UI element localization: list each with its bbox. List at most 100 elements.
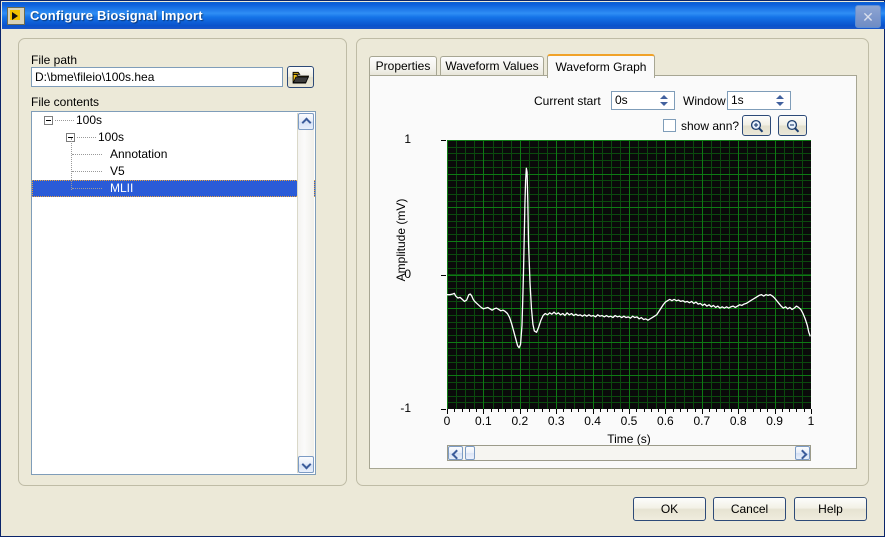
tree-connector <box>72 154 102 155</box>
tree-connector <box>71 138 72 190</box>
x-minor-tick-mark <box>490 409 492 412</box>
x-minor-tick-mark <box>578 409 580 412</box>
scroll-up-button[interactable] <box>298 113 314 130</box>
tree-item-100s[interactable]: 100s <box>32 129 315 146</box>
scroll-right-button[interactable] <box>795 446 810 460</box>
current-start-label: Current start <box>534 94 601 108</box>
chevron-left-icon <box>452 450 459 457</box>
y-tick-mark <box>441 274 446 276</box>
y-tick-label: -1 <box>400 401 411 415</box>
x-tick-label: 0.2 <box>511 414 529 428</box>
spinner-arrows-icon[interactable] <box>657 93 672 108</box>
tree-item-label: MLII <box>110 181 134 195</box>
x-axis-label: Time (s) <box>607 432 651 446</box>
configure-biosignal-import-dialog: Configure Biosignal Import ✕ File path D… <box>0 0 885 537</box>
magnifier-minus-icon <box>786 119 800 133</box>
y-tick-mark <box>441 409 446 410</box>
x-minor-tick-mark <box>730 409 732 412</box>
x-minor-tick-mark <box>607 409 609 412</box>
window-length-label: Window <box>683 94 726 108</box>
tree-item-annotation[interactable]: Annotation <box>32 146 315 163</box>
x-tick-mark <box>629 409 630 414</box>
title-bar: Configure Biosignal Import ✕ <box>2 2 885 29</box>
tree-item-label: Annotation <box>110 147 168 161</box>
x-minor-tick-mark <box>789 409 791 412</box>
x-tick-mark <box>811 409 812 414</box>
chevron-down-icon <box>303 461 310 468</box>
plot-svg <box>447 140 811 409</box>
x-minor-tick-mark <box>796 409 798 412</box>
x-minor-tick-mark <box>760 409 762 412</box>
help-button[interactable]: Help <box>794 497 867 521</box>
x-minor-tick-mark <box>497 409 499 412</box>
x-minor-tick-mark <box>636 409 638 412</box>
current-start-stepper[interactable]: 0s <box>611 91 675 110</box>
cancel-button[interactable]: Cancel <box>713 497 786 521</box>
browse-file-button[interactable] <box>287 66 314 88</box>
close-icon[interactable]: ✕ <box>855 5 881 28</box>
tree-item-mlii[interactable]: MLII <box>32 180 315 197</box>
x-tick-mark <box>447 409 448 414</box>
scrollbar-thumb[interactable] <box>465 446 475 460</box>
y-axis-label: Amplitude (mV) <box>394 198 408 282</box>
scroll-down-button[interactable] <box>298 456 314 473</box>
x-tick-label: 0.6 <box>657 414 674 428</box>
x-minor-tick-mark <box>767 409 769 412</box>
x-minor-tick-mark <box>534 409 536 412</box>
x-tick-mark <box>592 409 594 414</box>
tree-vertical-scrollbar[interactable] <box>297 113 314 473</box>
tree-connector <box>72 188 102 189</box>
x-minor-tick-mark <box>716 409 718 412</box>
x-minor-tick-mark <box>585 409 587 412</box>
x-tick-mark <box>483 409 485 414</box>
file-path-input[interactable]: D:\bme\fileio\100s.hea <box>31 67 283 87</box>
tree-expander-icon[interactable] <box>44 116 53 125</box>
chevron-up-icon <box>303 118 310 125</box>
graph-horizontal-scrollbar[interactable] <box>447 445 811 461</box>
open-folder-icon <box>292 71 310 84</box>
tab-properties[interactable]: Properties <box>369 56 437 76</box>
x-minor-tick-mark <box>709 409 711 412</box>
tree-item-v5[interactable]: V5 <box>32 163 315 180</box>
x-tick-label: 0 <box>443 414 451 428</box>
x-tick-label: 0.5 <box>620 414 638 428</box>
x-minor-tick-mark <box>468 409 470 412</box>
x-tick-label: 0.4 <box>584 414 601 428</box>
x-minor-tick-mark <box>563 409 565 412</box>
tree-item-label: 100s <box>76 113 103 127</box>
chevron-right-icon <box>799 450 806 457</box>
window-length-stepper[interactable]: 1s <box>727 91 791 110</box>
ok-button[interactable]: OK <box>633 497 706 521</box>
file-contents-tree[interactable]: 100s 100s Annotation V5 MLII <box>31 111 316 475</box>
x-tick-label: 0.1 <box>475 414 492 428</box>
spinner-arrows-icon[interactable] <box>773 93 788 108</box>
x-tick-mark <box>556 409 558 414</box>
x-minor-tick-mark <box>461 409 463 412</box>
plot-canvas[interactable] <box>447 140 811 409</box>
x-tick-label: 1 <box>807 414 815 428</box>
x-minor-tick-mark <box>752 409 754 412</box>
x-minor-tick-mark <box>723 409 725 412</box>
x-minor-tick-mark <box>614 409 616 412</box>
x-minor-tick-mark <box>548 409 550 412</box>
scroll-left-button[interactable] <box>448 446 463 460</box>
x-tick-label: 0.8 <box>729 414 747 428</box>
y-tick-label: 1 <box>404 132 411 146</box>
tab-waveform-values[interactable]: Waveform Values <box>440 56 544 76</box>
tab-waveform-graph[interactable]: Waveform Graph <box>547 54 655 78</box>
tree-item-label: 100s <box>98 130 125 144</box>
x-tick-mark <box>774 409 776 414</box>
x-tick-mark <box>701 409 703 414</box>
magnifier-plus-icon <box>750 119 764 133</box>
tree-item-100s[interactable]: 100s <box>32 112 315 129</box>
waveform-graph: Amplitude (mV) -1 0 1 0 0.1 0.2 0.3 0.4 0.5 0.6 0.… <box>381 132 845 446</box>
x-minor-tick-mark <box>745 409 747 412</box>
x-minor-tick-mark <box>650 409 652 412</box>
file-contents-label: File contents <box>31 95 100 109</box>
x-tick-label: 0.3 <box>547 414 565 428</box>
x-minor-tick-mark <box>781 409 783 412</box>
x-minor-tick-mark <box>512 409 514 412</box>
show-annotations-checkbox[interactable] <box>663 119 676 132</box>
tree-connector <box>55 120 74 121</box>
x-minor-tick-mark <box>541 409 543 412</box>
